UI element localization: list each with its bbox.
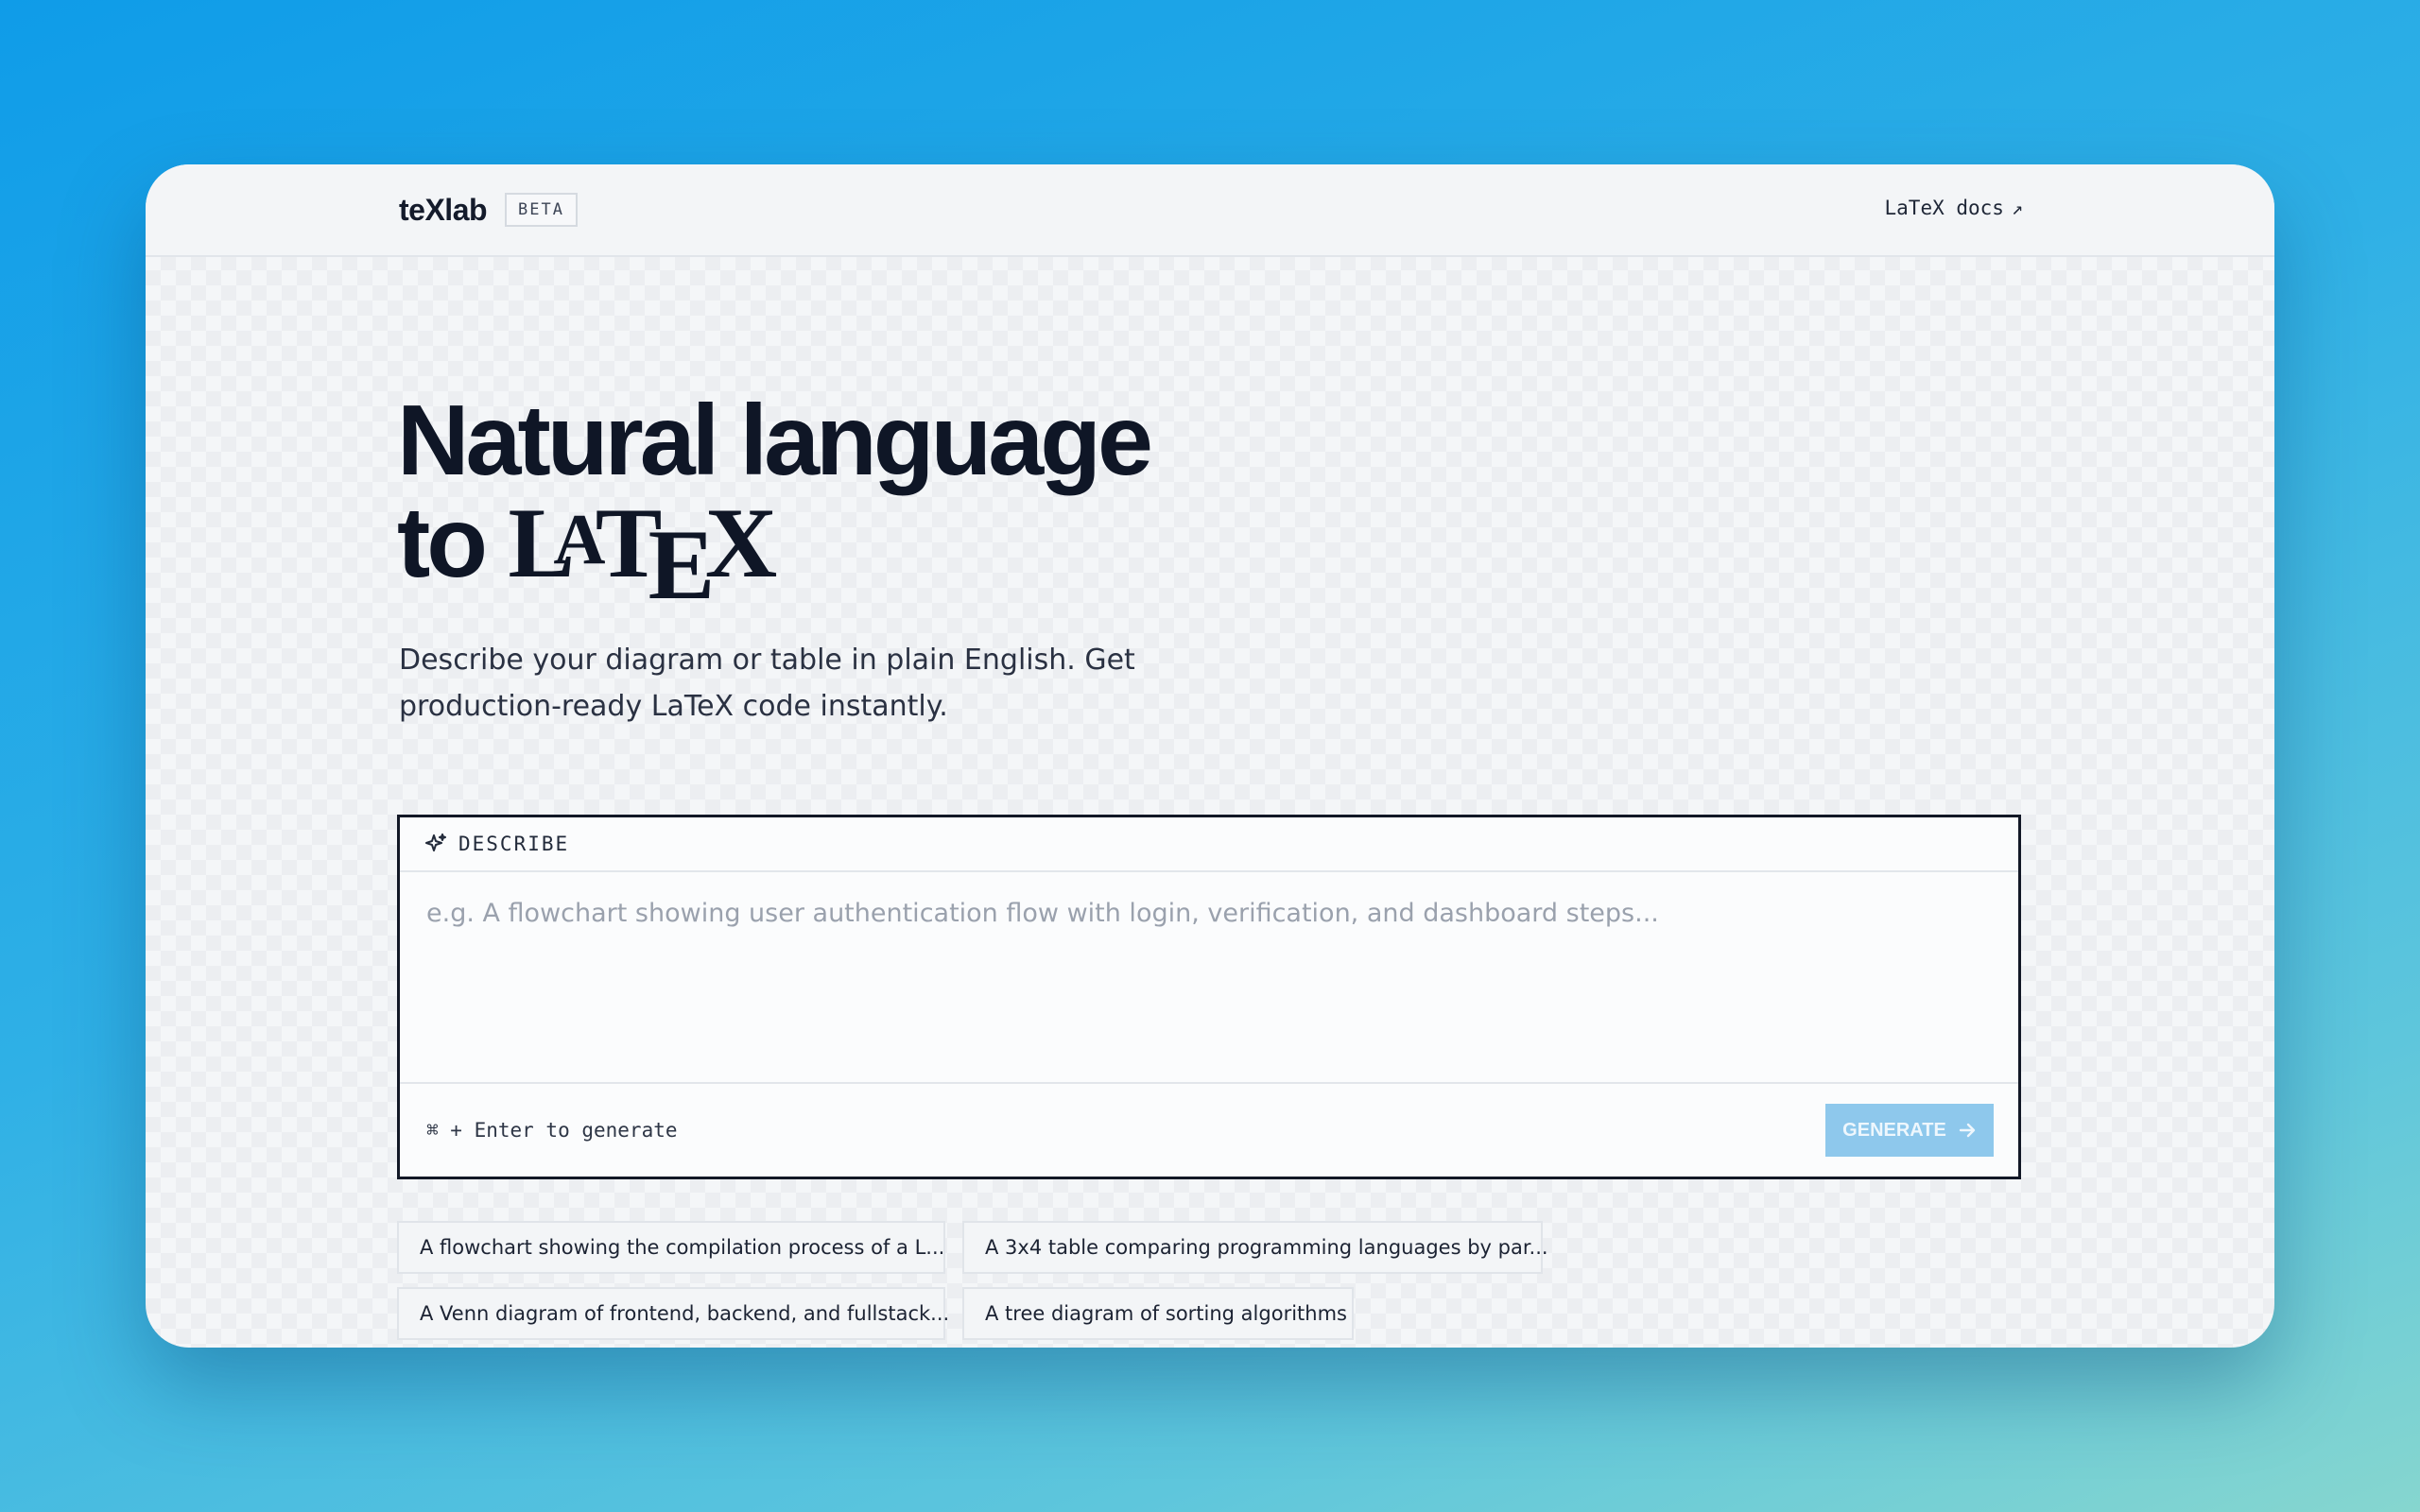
describe-header: DESCRIBE (400, 817, 2018, 872)
top-navbar: teXlab BETA LaTeX docs ↗ (146, 164, 2274, 257)
app-window: teXlab BETA LaTeX docs ↗ Natural languag… (146, 164, 2274, 1348)
arrow-right-icon (1959, 1123, 1976, 1138)
page-title: Natural language to LATEX (397, 389, 1153, 621)
example-chip-flowchart[interactable]: A flowchart showing the compilation proc… (397, 1221, 945, 1274)
external-arrow-icon: ↗ (2011, 197, 2023, 219)
title-line-2-prefix: to (397, 487, 488, 598)
describe-label: DESCRIBE (458, 833, 570, 855)
describe-footer: ⌘ + Enter to generate GENERATE (400, 1082, 2018, 1177)
hero-subtitle: Describe your diagram or table in plain … (399, 644, 1135, 723)
latex-docs-link-label: LaTeX docs (1884, 197, 2004, 219)
example-chip-venn[interactable]: A Venn diagram of frontend, backend, and… (397, 1287, 949, 1340)
shortcut-hint: ⌘ + Enter to generate (426, 1119, 678, 1142)
beta-badge: BETA (505, 193, 578, 227)
latex-docs-link[interactable]: LaTeX docs ↗ (1885, 197, 2023, 219)
describe-input[interactable] (400, 872, 2018, 1082)
title-line-1: Natural language (397, 385, 1153, 496)
generate-button[interactable]: GENERATE (1825, 1104, 1994, 1157)
describe-panel: DESCRIBE ⌘ + Enter to generate GENERATE (397, 815, 2021, 1179)
example-chip-tree[interactable]: A tree diagram of sorting algorithms (962, 1287, 1354, 1340)
sparkle-icon (425, 833, 446, 851)
example-chip-table[interactable]: A 3x4 table comparing programming langua… (962, 1221, 1548, 1274)
generate-button-label: GENERATE (1842, 1119, 1946, 1141)
latex-logo: LATEX (508, 488, 778, 621)
brand-logo[interactable]: teXlab (399, 193, 488, 228)
